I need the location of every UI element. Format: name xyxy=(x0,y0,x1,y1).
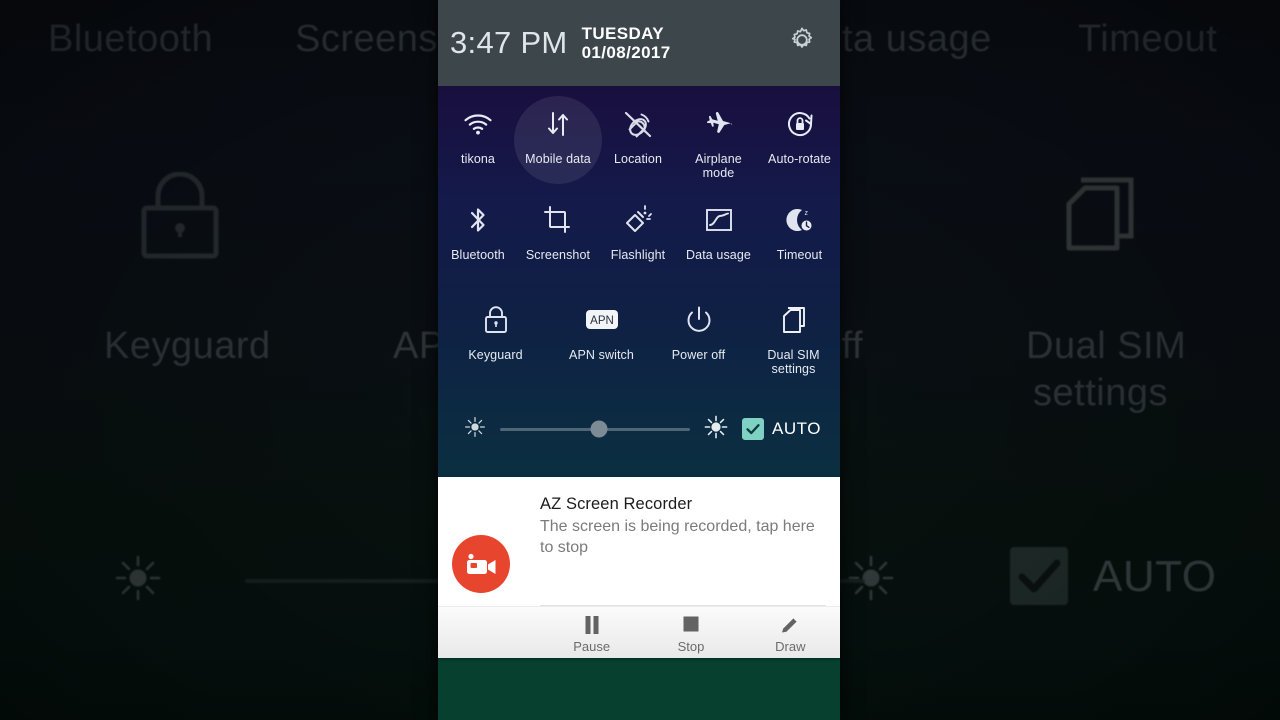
tile-label: APN switch xyxy=(569,348,634,362)
tile-label: Mobile data xyxy=(525,152,591,166)
day-of-week: TUESDAY xyxy=(581,23,665,43)
brightness-low-icon[interactable] xyxy=(464,416,486,443)
draw-button[interactable]: Draw xyxy=(741,607,840,658)
pause-label: Pause xyxy=(573,638,611,654)
brightness-high-icon[interactable] xyxy=(704,415,728,444)
tile-label: Bluetooth xyxy=(451,248,505,262)
notification-card[interactable]: AZ Screen Recorder The screen is being r… xyxy=(438,477,840,658)
tile-apn-switch[interactable]: APN APN switch xyxy=(553,288,650,377)
tile-timeout[interactable]: z Timeout xyxy=(759,188,840,262)
pause-button[interactable]: Pause xyxy=(542,607,641,658)
draw-label: Draw xyxy=(775,638,806,654)
date: 01/08/2017 xyxy=(581,43,671,62)
notification-body: AZ Screen Recorder The screen is being r… xyxy=(438,477,840,593)
apn-icon: APN xyxy=(582,300,622,340)
quick-settings-row-1: tikona Mobile data Location Airplane mod… xyxy=(438,92,840,181)
screenshot-root: Bluetooth Screensh ta usage Timeout Keyg… xyxy=(0,0,1280,720)
pencil-icon xyxy=(780,614,800,636)
brightness-slider-knob[interactable] xyxy=(590,420,608,438)
quick-settings-row-3: Keyguard APN APN switch Power off Dual S… xyxy=(438,288,840,377)
pause-icon xyxy=(583,614,601,636)
bluetooth-icon xyxy=(467,200,489,240)
notification-text: AZ Screen Recorder The screen is being r… xyxy=(540,495,826,593)
location-off-icon xyxy=(623,104,653,144)
actions-left-spacer xyxy=(438,607,542,658)
timeout-icon: z xyxy=(785,200,815,240)
auto-rotate-icon xyxy=(786,104,814,144)
dual-sim-icon xyxy=(779,300,809,340)
tile-label: Keyguard xyxy=(468,348,523,362)
status-bar: 3:47 PM TUESDAY 01/08/2017 xyxy=(438,0,840,86)
flashlight-icon xyxy=(623,200,653,240)
tile-label: Flashlight xyxy=(610,248,666,262)
tile-power-off[interactable]: Power off xyxy=(650,288,747,377)
brightness-row: AUTO xyxy=(438,408,840,450)
tile-label: Timeout xyxy=(776,248,823,262)
screen-recorder-icon xyxy=(452,535,510,593)
tile-airplane-mode[interactable]: Airplane mode xyxy=(678,92,759,181)
tile-keyguard[interactable]: Keyguard xyxy=(438,288,553,377)
tile-dual-sim-settings[interactable]: Dual SIM settings xyxy=(747,288,840,377)
tile-bluetooth[interactable]: Bluetooth xyxy=(438,188,518,262)
tile-location[interactable]: Location xyxy=(598,92,678,181)
brightness-slider[interactable] xyxy=(500,420,690,438)
tile-label: Power off xyxy=(671,348,726,362)
tile-label: Data usage xyxy=(686,248,751,262)
quick-settings-row-2: Bluetooth Screenshot Flashlight Data usa… xyxy=(438,188,840,262)
notification-message: The screen is being recorded, tap here t… xyxy=(540,518,815,556)
date-block: TUESDAY 01/08/2017 xyxy=(582,24,671,62)
tile-flashlight[interactable]: Flashlight xyxy=(598,188,678,262)
phone-screen: 3:47 PM TUESDAY 01/08/2017 tikona Mobile… xyxy=(438,0,840,720)
mobile-data-icon xyxy=(545,104,571,144)
svg-text:APN: APN xyxy=(590,315,614,327)
tile-auto-rotate[interactable]: Auto-rotate xyxy=(759,92,840,181)
screenshot-icon xyxy=(543,200,573,240)
gear-icon[interactable] xyxy=(788,26,816,54)
stop-label: Stop xyxy=(677,638,705,654)
auto-brightness-label: AUTO xyxy=(772,419,821,438)
tile-label: Auto-rotate xyxy=(768,152,831,166)
airplane-icon xyxy=(704,104,734,144)
tile-screenshot[interactable]: Screenshot xyxy=(518,188,598,262)
svg-text:z: z xyxy=(804,210,808,217)
clock: 3:47 PM xyxy=(450,25,568,60)
wifi-icon xyxy=(463,104,493,144)
auto-brightness-checkbox[interactable] xyxy=(742,418,764,440)
app-background-below-shade xyxy=(438,658,840,720)
stop-button[interactable]: Stop xyxy=(641,607,740,658)
notification-actions: Pause Stop Draw xyxy=(438,606,840,658)
power-icon xyxy=(684,300,714,340)
tile-label: Dual SIM settings xyxy=(767,348,820,377)
lock-icon xyxy=(483,300,509,340)
auto-brightness-toggle[interactable]: AUTO xyxy=(742,418,821,440)
tile-label: Location xyxy=(613,152,663,166)
stop-icon xyxy=(682,614,700,636)
tile-mobile-data[interactable]: Mobile data xyxy=(518,92,598,181)
tile-label: Screenshot xyxy=(525,248,591,262)
tile-data-usage[interactable]: Data usage xyxy=(678,188,759,262)
notification-title: AZ Screen Recorder xyxy=(540,495,693,513)
tile-tikona[interactable]: tikona xyxy=(438,92,518,181)
tile-label: tikona xyxy=(461,152,495,166)
tile-label: Airplane mode xyxy=(695,152,742,181)
data-usage-icon xyxy=(705,200,733,240)
